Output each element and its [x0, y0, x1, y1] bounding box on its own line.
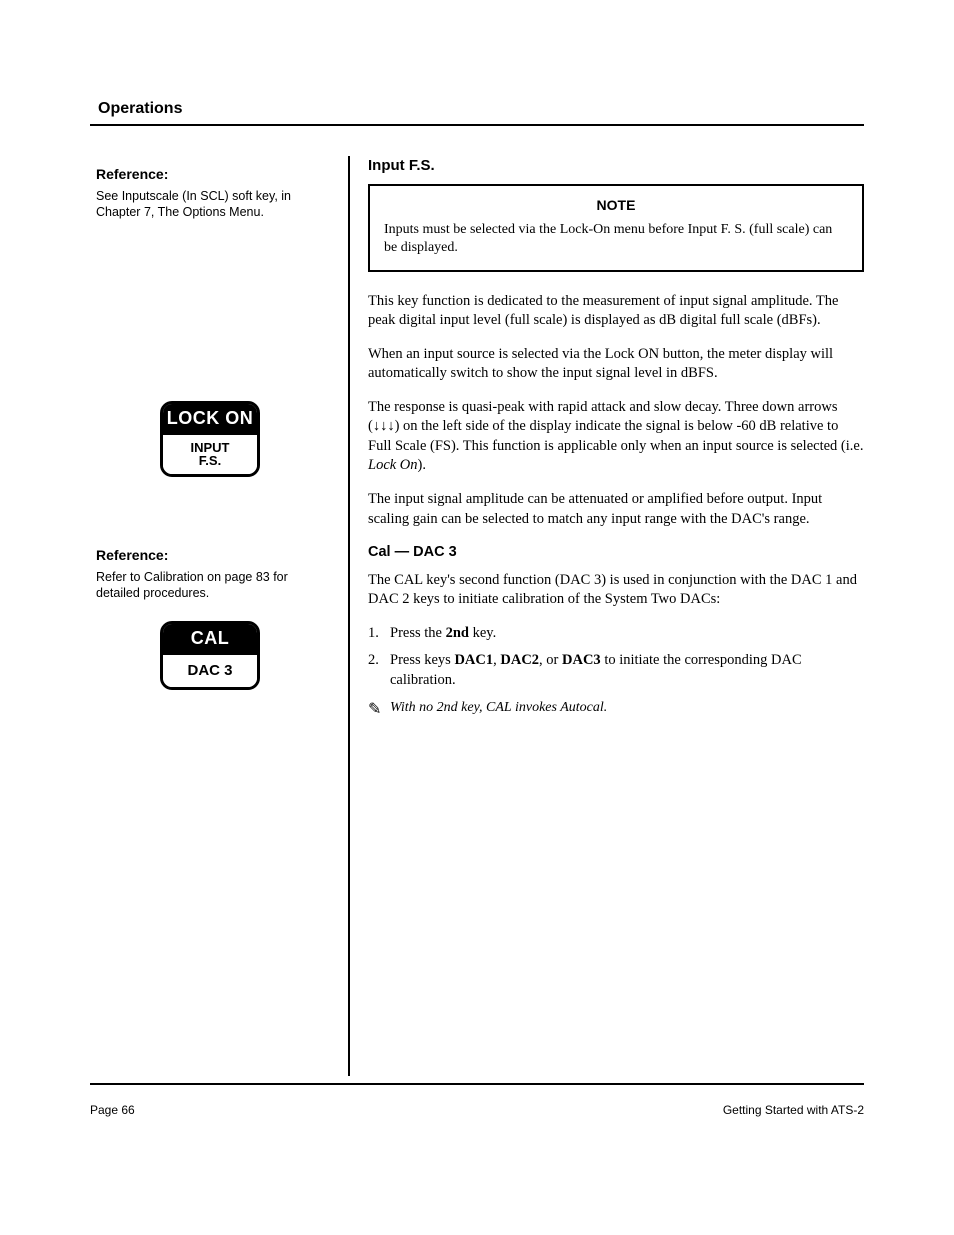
sidebar: Reference: See Inputscale (In SCL) soft …: [90, 156, 350, 1076]
reference-block-1: Reference: See Inputscale (In SCL) soft …: [90, 166, 330, 221]
badge-top-label: LOCK ON: [163, 404, 257, 435]
note-text: With no 2nd key, CAL invokes Autocal.: [390, 699, 864, 721]
footer-title: Getting Started with ATS-2: [723, 1103, 864, 1117]
reference-text: Refer to Calibration on page 83 for deta…: [90, 569, 330, 602]
page-title: Operations: [90, 100, 864, 118]
italic-text: Lock On: [368, 457, 418, 473]
key-name: DAC3: [562, 652, 601, 668]
text: Press keys: [390, 652, 454, 668]
step-1: 1. Press the 2nd key.: [368, 624, 864, 644]
note-body: Inputs must be selected via the Lock-On …: [384, 221, 848, 257]
text: Press the: [390, 625, 446, 641]
lock-on-key-icon: LOCK ON INPUT F.S.: [160, 401, 260, 477]
cal-key-icon: CAL DAC 3: [160, 621, 260, 690]
main-content: Input F.S. NOTE Inputs must be selected …: [350, 156, 864, 1076]
badge-bottom-label: INPUT F.S.: [163, 435, 257, 474]
paragraph: The response is quasi-peak with rapid at…: [368, 398, 864, 476]
reference-heading: Reference:: [90, 166, 330, 182]
text: key.: [469, 625, 496, 641]
text: , or: [539, 652, 562, 668]
step-text: Press the 2nd key.: [390, 624, 864, 644]
step-number: 2.: [368, 651, 390, 690]
pencil-icon: ✎: [368, 699, 390, 721]
key-name: DAC2: [500, 652, 539, 668]
paragraph: When an input source is selected via the…: [368, 345, 864, 384]
text: The response is quasi-peak with rapid at…: [368, 399, 863, 454]
badge-line2: F.S.: [199, 453, 221, 468]
key-name: 2nd: [446, 625, 469, 641]
section-heading-inputfs: Input F.S.: [368, 156, 864, 176]
key-name: DAC1: [454, 652, 493, 668]
reference-heading: Reference:: [90, 547, 330, 563]
lock-on-badge-block: LOCK ON INPUT F.S.: [90, 401, 330, 477]
step-number: 1.: [368, 624, 390, 644]
paragraph: The CAL key's second function (DAC 3) is…: [368, 571, 864, 610]
pencil-note: ✎ With no 2nd key, CAL invokes Autocal.: [368, 699, 864, 721]
reference-block-2: Reference: Refer to Calibration on page …: [90, 547, 330, 690]
section-heading-cal: Cal — DAC 3: [368, 543, 864, 563]
top-rule: [90, 124, 864, 126]
paragraph: The input signal amplitude can be attenu…: [368, 490, 864, 529]
step-text: Press keys DAC1, DAC2, or DAC3 to initia…: [390, 651, 864, 690]
page-number: Page 66: [90, 1103, 135, 1117]
two-column-layout: Reference: See Inputscale (In SCL) soft …: [90, 156, 864, 1076]
note-box: NOTE Inputs must be selected via the Loc…: [368, 184, 864, 271]
step-2: 2. Press keys DAC1, DAC2, or DAC3 to ini…: [368, 651, 864, 690]
note-label: NOTE: [384, 196, 848, 215]
text: ).: [418, 457, 426, 473]
badge-top-label: CAL: [163, 624, 257, 655]
reference-text: See Inputscale (In SCL) soft key, in Cha…: [90, 188, 330, 221]
badge-bottom-label: DAC 3: [163, 655, 257, 687]
paragraph: This key function is dedicated to the me…: [368, 292, 864, 331]
bottom-rule: [90, 1083, 864, 1085]
footer: Page 66 Getting Started with ATS-2: [90, 1103, 864, 1117]
